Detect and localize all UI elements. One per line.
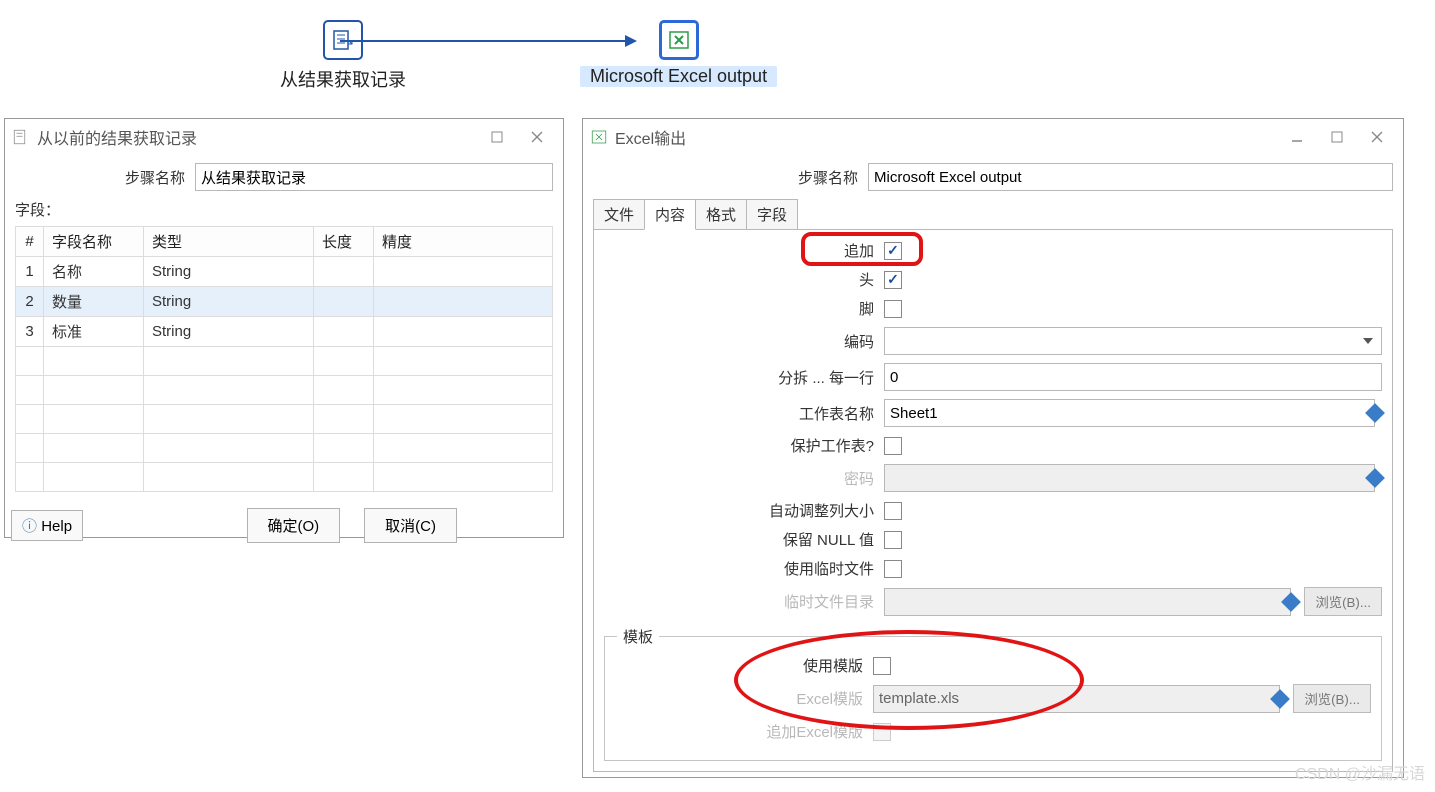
dialog-left-title: 从以前的结果获取记录 [37, 125, 197, 149]
step-name-label-right: 步骤名称 [593, 167, 868, 188]
password-label: 密码 [604, 468, 884, 489]
temp-dir-input [884, 588, 1291, 616]
close-button[interactable] [517, 122, 557, 152]
protect-checkbox[interactable] [884, 437, 902, 455]
append-checkbox[interactable] [884, 242, 902, 260]
fields-label: 字段： [15, 199, 553, 220]
tab-file[interactable]: 文件 [593, 199, 645, 230]
password-input [884, 464, 1375, 492]
step-name-label-left: 步骤名称 [15, 167, 195, 188]
workflow-canvas: 从结果获取记录 Microsoft Excel output [0, 0, 1435, 100]
titlebar-left[interactable]: 从以前的结果获取记录 [5, 119, 563, 155]
excel-template-label: Excel模版 [615, 688, 873, 709]
sheet-label: 工作表名称 [604, 403, 884, 424]
table-header-num[interactable]: # [16, 227, 44, 257]
header-checkbox[interactable] [884, 271, 902, 289]
table-row[interactable] [16, 347, 553, 376]
temp-dir-label: 临时文件目录 [604, 591, 884, 612]
template-fieldset: 模板 使用模版 Excel模版 浏览(B)... 追加Excel模版 [604, 636, 1382, 761]
dialog-excel-output: Excel输出 步骤名称 文件 内容 格式 字段 追加 头 脚 编码 [582, 118, 1404, 778]
footer-checkbox[interactable] [884, 300, 902, 318]
dialog-right-icon [589, 127, 609, 147]
table-row[interactable]: 1 名称 String [16, 257, 553, 287]
protect-label: 保护工作表? [604, 435, 884, 456]
temp-file-checkbox[interactable] [884, 560, 902, 578]
ok-button[interactable]: 确定(O) [247, 508, 341, 543]
temp-file-label: 使用临时文件 [604, 558, 884, 579]
table-header-name[interactable]: 字段名称 [44, 227, 144, 257]
split-input[interactable] [884, 363, 1382, 391]
excel-template-input [873, 685, 1280, 713]
excel-output-icon [659, 20, 699, 60]
cancel-button[interactable]: 取消(C) [364, 508, 457, 543]
table-row[interactable] [16, 463, 553, 492]
table-row[interactable]: 3 标准 String [16, 317, 553, 347]
fields-table[interactable]: # 字段名称 类型 长度 精度 1 名称 String 2 数量 [15, 226, 553, 492]
dialog-get-records: 从以前的结果获取记录 步骤名称 字段： # 字段名称 类型 长度 精度 1 [4, 118, 564, 538]
table-header-len[interactable]: 长度 [314, 227, 374, 257]
browse-template-button[interactable]: 浏览(B)... [1293, 684, 1371, 713]
node-excel-output-label: Microsoft Excel output [580, 66, 777, 87]
encoding-label: 编码 [604, 331, 884, 352]
append-label: 追加 [604, 240, 884, 261]
help-button[interactable]: ⓘ Help [11, 510, 83, 541]
table-row[interactable] [16, 376, 553, 405]
dialog-right-title: Excel输出 [615, 125, 686, 149]
table-header-type[interactable]: 类型 [144, 227, 314, 257]
append-template-label: 追加Excel模版 [615, 721, 873, 742]
tab-content[interactable]: 内容 [644, 199, 696, 230]
use-template-label: 使用模版 [615, 655, 873, 676]
keep-null-checkbox[interactable] [884, 531, 902, 549]
split-label: 分拆 ... 每一行 [604, 367, 884, 388]
table-row[interactable] [16, 405, 553, 434]
node-get-records[interactable]: 从结果获取记录 [280, 20, 406, 92]
node-excel-output[interactable]: Microsoft Excel output [580, 20, 777, 87]
button-bar-left: ⓘ Help 确定(O) 取消(C) [5, 500, 563, 551]
maximize-button[interactable] [477, 122, 517, 152]
dialog-left-icon [11, 127, 31, 147]
node-get-records-label: 从结果获取记录 [280, 66, 406, 92]
table-row[interactable] [16, 434, 553, 463]
append-template-checkbox [873, 723, 891, 741]
minimize-button[interactable] [1277, 122, 1317, 152]
maximize-button[interactable] [1317, 122, 1357, 152]
browse-temp-dir-button[interactable]: 浏览(B)... [1304, 587, 1382, 616]
tab-fields[interactable]: 字段 [746, 199, 798, 230]
table-row[interactable]: 2 数量 String [16, 287, 553, 317]
tabs: 文件 内容 格式 字段 [583, 199, 1403, 230]
footer-label: 脚 [604, 298, 884, 319]
header-label: 头 [604, 269, 884, 290]
titlebar-right[interactable]: Excel输出 [583, 119, 1403, 155]
tab-format[interactable]: 格式 [695, 199, 747, 230]
keep-null-label: 保留 NULL 值 [604, 529, 884, 550]
sheet-input[interactable] [884, 399, 1375, 427]
table-header-prec[interactable]: 精度 [374, 227, 553, 257]
autosize-label: 自动调整列大小 [604, 500, 884, 521]
use-template-checkbox[interactable] [873, 657, 891, 675]
step-name-input-left[interactable] [195, 163, 553, 191]
autosize-checkbox[interactable] [884, 502, 902, 520]
step-name-input-right[interactable] [868, 163, 1393, 191]
close-button[interactable] [1357, 122, 1397, 152]
encoding-select[interactable] [884, 327, 1382, 355]
tab-content-panel: 追加 头 脚 编码 分拆 ... 每一行 工作表名称 保护工作表? [593, 229, 1393, 772]
template-legend: 模板 [617, 626, 659, 647]
